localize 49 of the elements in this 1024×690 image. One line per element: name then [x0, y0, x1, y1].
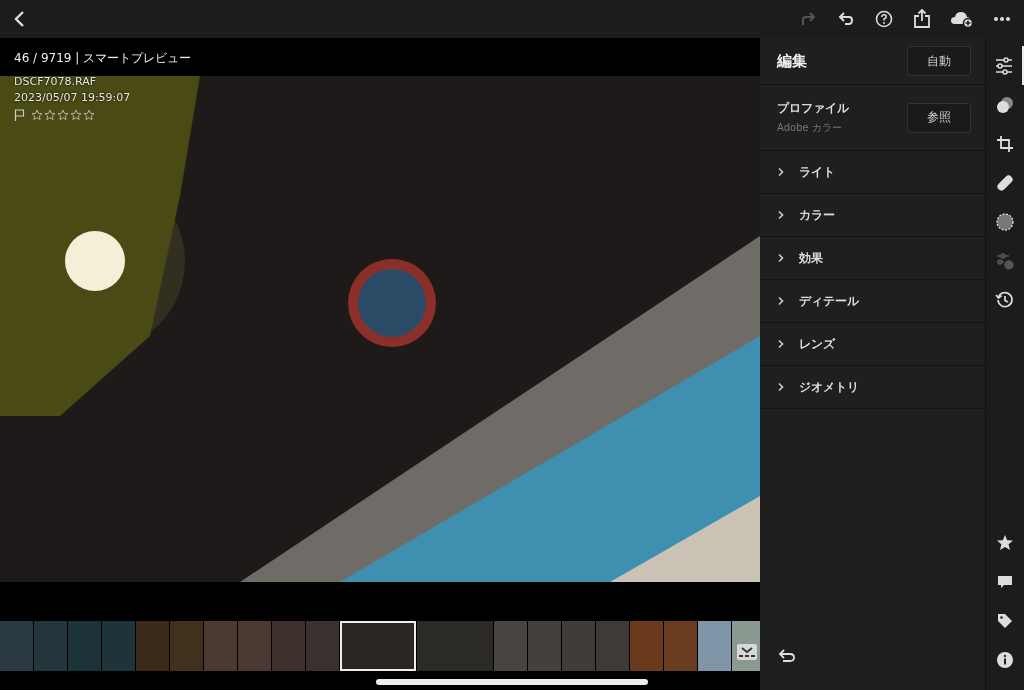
thumbnail[interactable]: [306, 621, 339, 671]
thumbnail[interactable]: [102, 621, 135, 671]
thumbnail[interactable]: [340, 621, 416, 671]
undo-arrow-icon: [837, 11, 855, 27]
help-icon: [875, 10, 893, 28]
photo-position-text: 46 / 9719 | スマートプレビュー: [14, 50, 192, 67]
profile-label: プロファイル: [777, 100, 849, 117]
section-header[interactable]: 効果: [760, 237, 985, 280]
profile-value: Adobe カラー: [777, 121, 843, 135]
thumbnail[interactable]: [417, 621, 493, 671]
thumbnail[interactable]: [0, 621, 33, 671]
section-header[interactable]: レンズ: [760, 323, 985, 366]
filmstrip-toggle-icon[interactable]: [736, 643, 758, 661]
flag-icon[interactable]: [14, 109, 25, 121]
thumbnail[interactable]: [68, 621, 101, 671]
more-icon: [993, 16, 1011, 22]
section-header[interactable]: ライト: [760, 151, 985, 194]
thumbnail[interactable]: [698, 621, 731, 671]
thumbnail[interactable]: [732, 621, 760, 671]
thumbnail[interactable]: [204, 621, 237, 671]
thumbnail[interactable]: [170, 621, 203, 671]
thumbnail[interactable]: [136, 621, 169, 671]
share-icon: [913, 9, 931, 29]
thumbnail[interactable]: [494, 621, 527, 671]
star-rating[interactable]: [31, 109, 95, 121]
section-header[interactable]: ディテール: [760, 280, 985, 323]
reset-icon[interactable]: [778, 648, 796, 664]
thumbnail[interactable]: [596, 621, 629, 671]
back-chevron-icon: [13, 10, 27, 28]
redo-arrow-icon: [799, 11, 817, 27]
star-icon[interactable]: [996, 534, 1014, 552]
panel-title: 編集: [777, 51, 807, 71]
filename-text: DSCF7078.RAF: [14, 75, 97, 88]
thumbnail[interactable]: [238, 621, 271, 671]
thumbnail[interactable]: [34, 621, 67, 671]
info-icon[interactable]: [996, 651, 1014, 669]
thumbnail[interactable]: [630, 621, 663, 671]
thumbnail[interactable]: [528, 621, 561, 671]
comment-icon[interactable]: [996, 573, 1014, 591]
browse-button[interactable]: 参照: [907, 102, 971, 133]
thumbnail[interactable]: [272, 621, 305, 671]
tag-icon[interactable]: [996, 612, 1014, 630]
section-header[interactable]: カラー: [760, 194, 985, 237]
auto-button[interactable]: 自動: [907, 46, 971, 76]
thumbnail[interactable]: [562, 621, 595, 671]
thumbnail[interactable]: [664, 621, 697, 671]
capture-date-text: 2023/05/07 19:59:07: [14, 91, 132, 104]
cloud-plus-icon: [950, 10, 974, 28]
section-header[interactable]: ジオメトリ: [760, 366, 985, 409]
